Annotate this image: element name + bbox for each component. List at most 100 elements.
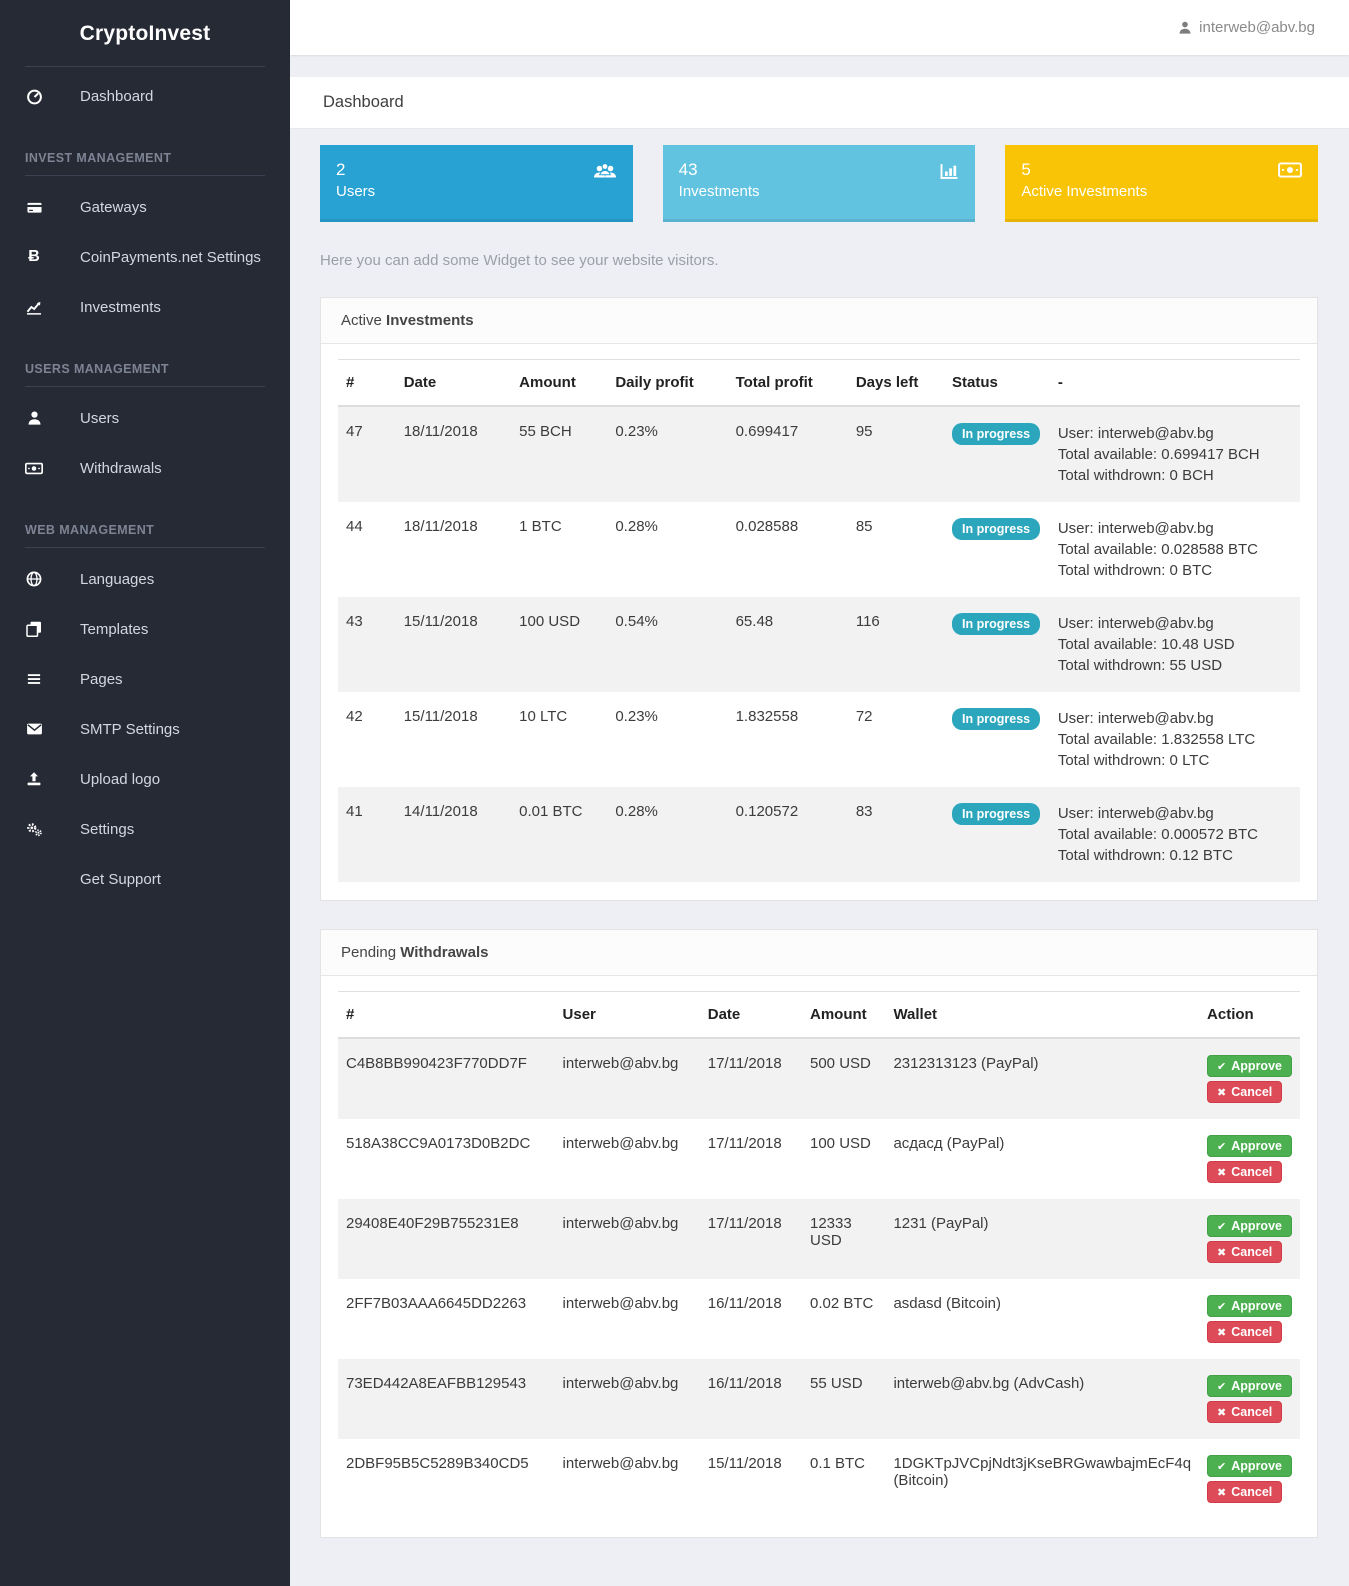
sidebar-item-templates[interactable]: Templates [0,604,290,654]
investment-total-withdrawn: Total withdrown: 0 BTC [1058,560,1292,581]
column-header: - [1050,360,1300,407]
sidebar-item-smtp-settings[interactable]: SMTP Settings [0,704,290,754]
withdrawal-id: 73ED442A8EAFBB129543 [338,1359,555,1439]
investment-row: 44 18/11/2018 1 BTC 0.28% 0.028588 85 In… [338,502,1300,597]
investment-user: User: interweb@abv.bg [1058,423,1292,444]
stat-value: 43 [679,158,760,183]
investment-date: 15/11/2018 [396,692,511,787]
cancel-button[interactable]: Cancel [1207,1401,1282,1423]
globe-icon [25,570,43,588]
active-investments-table: #DateAmountDaily profitTotal profitDays … [338,359,1300,882]
divider [25,175,265,176]
investment-row: 42 15/11/2018 10 LTC 0.23% 1.832558 72 I… [338,692,1300,787]
approve-button[interactable]: Approve [1207,1135,1292,1157]
pending-withdrawals-title: Pending Withdrawals [321,930,1317,976]
sidebar-item-get-support[interactable]: Get Support [0,854,290,904]
investment-amount: 1 BTC [511,502,607,597]
sidebar-item-label: Languages [80,571,154,588]
investment-user-details: User: interweb@abv.bg Total available: 1… [1050,692,1300,787]
widget-hint: Here you can add some Widget to see your… [320,252,1318,269]
sidebar-item-label: Templates [80,621,148,638]
sidebar-item-coinpayments-settings[interactable]: ɃCoinPayments.net Settings [0,232,290,282]
cancel-button[interactable]: Cancel [1207,1241,1282,1263]
user-menu[interactable]: interweb@abv.bg [1178,19,1315,36]
withdrawal-id: 518A38CC9A0173D0B2DC [338,1119,555,1199]
investment-date: 14/11/2018 [396,787,511,882]
divider [25,547,265,548]
withdrawal-date: 16/11/2018 [700,1279,802,1359]
envelope-icon [25,720,43,738]
withdrawal-row: 73ED442A8EAFBB129543 interweb@abv.bg 16/… [338,1359,1300,1439]
check-icon [1217,1459,1226,1473]
sidebar-item-languages[interactable]: Languages [0,554,290,604]
sidebar-item-label: Get Support [80,871,161,888]
investment-total-withdrawn: Total withdrown: 0 BCH [1058,465,1292,486]
sidebar-item-label: Gateways [80,199,147,216]
stat-value: 2 [336,158,375,183]
sidebar-item-investments[interactable]: Investments [0,282,290,332]
money-icon [25,459,43,477]
investment-total-withdrawn: Total withdrown: 0 LTC [1058,750,1292,771]
withdrawal-amount: 100 USD [802,1119,885,1199]
withdrawal-wallet: 1DGKTpJVCpjNdt3jKseBRGwawbajmEcF4q (Bitc… [885,1439,1199,1519]
x-icon [1217,1165,1226,1179]
investment-user-details: User: interweb@abv.bg Total available: 1… [1050,597,1300,692]
withdrawal-amount: 12333 USD [802,1199,885,1279]
withdrawal-id: 29408E40F29B755231E8 [338,1199,555,1279]
withdrawal-wallet: асдасд (PayPal) [885,1119,1199,1199]
investment-daily-profit: 0.28% [607,787,727,882]
investment-row: 41 14/11/2018 0.01 BTC 0.28% 0.120572 83… [338,787,1300,882]
investment-date: 18/11/2018 [396,502,511,597]
investment-user-details: User: interweb@abv.bg Total available: 0… [1050,787,1300,882]
withdrawal-row: 2FF7B03AAA6645DD2263 interweb@abv.bg 16/… [338,1279,1300,1359]
sidebar-item-dashboard[interactable]: Dashboard [0,71,290,121]
approve-button[interactable]: Approve [1207,1055,1292,1077]
dashboard-icon [25,87,43,105]
sidebar-item-gateways[interactable]: Gateways [0,182,290,232]
approve-button[interactable]: Approve [1207,1455,1292,1477]
withdrawal-row: C4B8BB990423F770DD7F interweb@abv.bg 17/… [338,1038,1300,1119]
approve-button[interactable]: Approve [1207,1375,1292,1397]
approve-button[interactable]: Approve [1207,1215,1292,1237]
withdrawal-id: C4B8BB990423F770DD7F [338,1038,555,1119]
x-icon [1217,1325,1226,1339]
investment-total-profit: 0.028588 [728,502,848,597]
sidebar-item-label: Dashboard [80,88,153,105]
investment-amount: 100 USD [511,597,607,692]
x-icon [1217,1085,1226,1099]
sidebar-item-label: Upload logo [80,771,160,788]
cancel-button[interactable]: Cancel [1207,1481,1282,1503]
sidebar-item-withdrawals[interactable]: Withdrawals [0,443,290,493]
sidebar-section-title: USERS MANAGEMENT [0,332,290,386]
investment-date: 18/11/2018 [396,406,511,502]
column-header: Action [1199,992,1300,1039]
sidebar-item-settings[interactable]: Settings [0,804,290,854]
investment-status-cell: In progress [944,597,1050,692]
check-icon [1217,1059,1226,1073]
stat-card-investments[interactable]: 43 Investments [663,145,976,222]
pending-withdrawals-body: #UserDateAmountWalletAction C4B8BB990423… [321,976,1317,1537]
x-icon [1217,1245,1226,1259]
investment-user: User: interweb@abv.bg [1058,708,1292,729]
sidebar-item-pages[interactable]: Pages [0,654,290,704]
stat-card-users[interactable]: 2 Users [320,145,633,222]
content: 2 Users 43 Investments [290,129,1349,1586]
upload-icon [25,770,43,788]
sidebar-section-title: INVEST MANAGEMENT [0,121,290,175]
withdrawal-id: 2DBF95B5C5289B340CD5 [338,1439,555,1519]
pending-withdrawals-panel: Pending Withdrawals #UserDateAmountWalle… [320,929,1318,1538]
list-icon [25,670,43,688]
withdrawal-date: 17/11/2018 [700,1119,802,1199]
approve-button[interactable]: Approve [1207,1295,1292,1317]
active-investments-body: #DateAmountDaily profitTotal profitDays … [321,344,1317,900]
investment-total-withdrawn: Total withdrown: 0.12 BTC [1058,845,1292,866]
sidebar-item-users[interactable]: Users [0,393,290,443]
investments-tbody: 47 18/11/2018 55 BCH 0.23% 0.699417 95 I… [338,406,1300,882]
cancel-button[interactable]: Cancel [1207,1321,1282,1343]
cancel-button[interactable]: Cancel [1207,1081,1282,1103]
cancel-button[interactable]: Cancel [1207,1161,1282,1183]
sidebar-item-upload-logo[interactable]: Upload logo [0,754,290,804]
sidebar-item-label: Pages [80,671,123,688]
withdrawal-actions: Approve Cancel [1199,1279,1300,1359]
stat-card-active-investments[interactable]: 5 Active Investments [1005,145,1318,222]
